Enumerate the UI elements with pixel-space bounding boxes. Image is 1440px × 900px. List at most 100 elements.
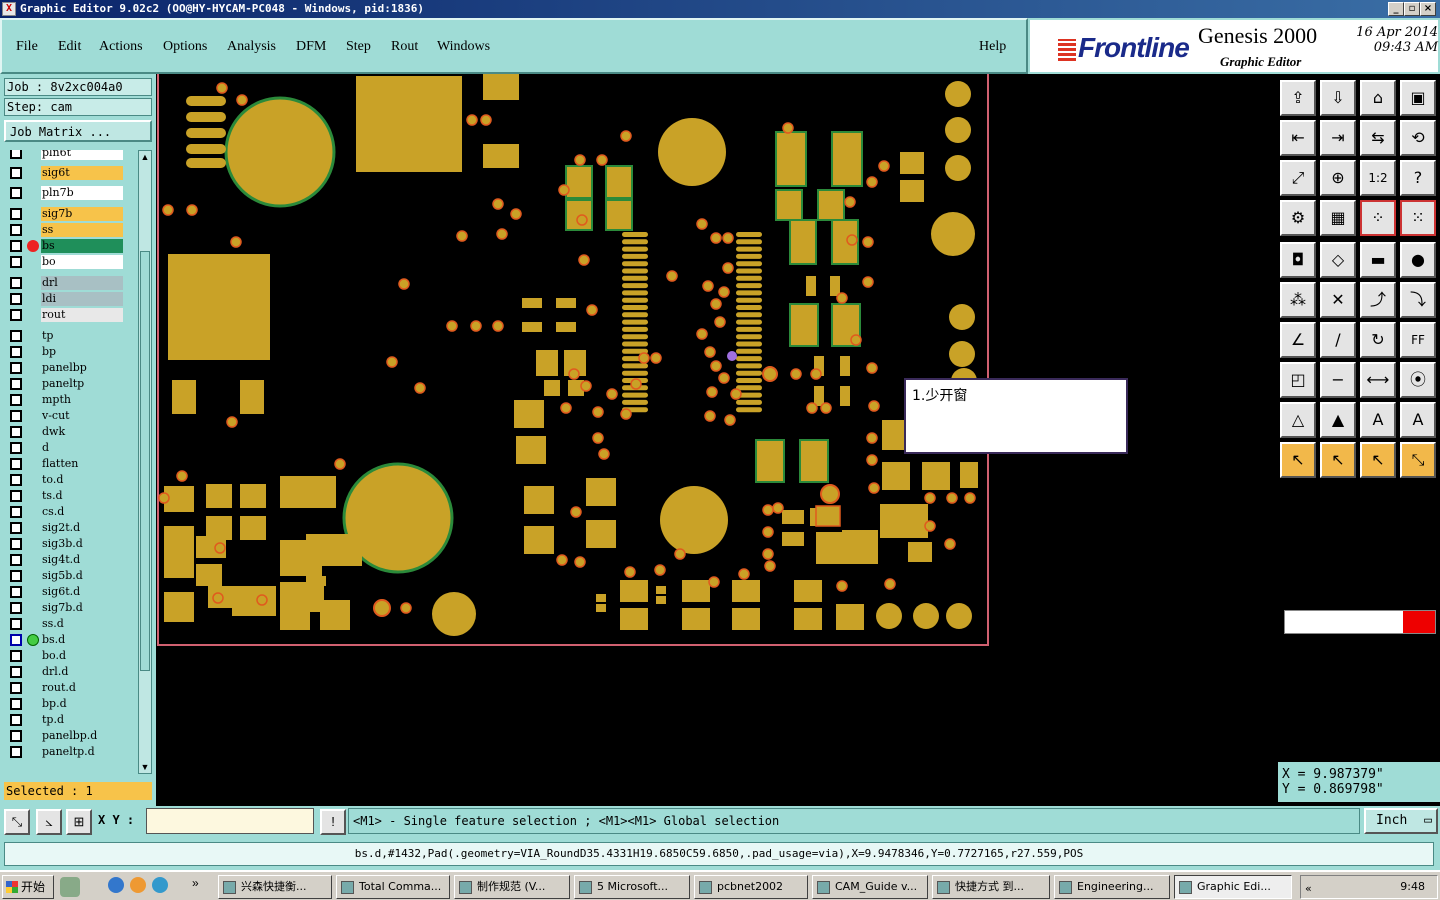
font-a-icon[interactable]: A bbox=[1360, 402, 1396, 438]
pcb-feature-119[interactable] bbox=[782, 510, 804, 524]
pcb-feature-88[interactable] bbox=[900, 152, 924, 174]
pcb-feature-253[interactable] bbox=[576, 214, 588, 226]
pcb-feature-89[interactable] bbox=[900, 180, 924, 202]
pcb-feature-199[interactable] bbox=[470, 320, 482, 332]
pcb-feature-37[interactable] bbox=[736, 275, 762, 281]
layer-row-bs[interactable]: bs bbox=[5, 239, 127, 253]
pcb-feature-125[interactable] bbox=[240, 484, 266, 508]
pcb-feature-222[interactable] bbox=[762, 548, 774, 560]
start-button[interactable]: 开始 bbox=[2, 875, 54, 899]
pcb-feature-149[interactable] bbox=[794, 608, 822, 630]
menu-file[interactable]: File bbox=[16, 39, 38, 55]
pcb-feature-176[interactable] bbox=[702, 280, 714, 292]
pcb-feature-165[interactable] bbox=[510, 208, 522, 220]
pcb-feature-194[interactable] bbox=[650, 352, 662, 364]
app-icon[interactable]: X bbox=[2, 2, 16, 16]
pcb-feature-237[interactable] bbox=[738, 568, 750, 580]
menu-step[interactable]: Step bbox=[346, 39, 371, 55]
pcb-feature-77[interactable] bbox=[817, 189, 845, 221]
taskbar-item-2[interactable]: 制作规范 (V... bbox=[454, 875, 570, 899]
pcb-feature-144[interactable] bbox=[682, 580, 710, 602]
layer-checkbox[interactable] bbox=[10, 746, 22, 758]
pcb-feature-250[interactable] bbox=[820, 402, 832, 414]
font-a-cross-icon[interactable]: A bbox=[1400, 402, 1436, 438]
layer-checkbox[interactable] bbox=[10, 474, 22, 486]
pcb-feature-200[interactable] bbox=[492, 320, 504, 332]
pcb-feature-127[interactable] bbox=[240, 516, 266, 540]
pcb-feature-26[interactable] bbox=[622, 239, 648, 245]
layer-checkbox[interactable] bbox=[10, 426, 22, 438]
layer-row-panelbp-d[interactable]: panelbp.d bbox=[5, 729, 127, 743]
pcb-feature-223[interactable] bbox=[764, 560, 776, 572]
pcb-feature-205[interactable] bbox=[334, 458, 346, 470]
pcb-feature-177[interactable] bbox=[710, 298, 722, 310]
pcb-feature-75[interactable] bbox=[831, 131, 863, 187]
pcb-feature-46[interactable] bbox=[622, 312, 648, 318]
pcb-feature-193[interactable] bbox=[620, 408, 632, 420]
quicklaunch-icon[interactable] bbox=[60, 877, 80, 897]
pcb-feature-182[interactable] bbox=[718, 372, 730, 384]
pcb-feature-105[interactable] bbox=[516, 436, 546, 464]
layer-row-bo-d[interactable]: bo.d bbox=[5, 649, 127, 663]
browser-icon[interactable] bbox=[130, 877, 146, 893]
menu-actions[interactable]: Actions bbox=[99, 39, 143, 55]
taskbar-item-7[interactable]: Engineering... bbox=[1054, 875, 1170, 899]
taskbar-item-1[interactable]: Total Comma... bbox=[336, 875, 450, 899]
job-matrix-button[interactable]: Job Matrix ... bbox=[4, 120, 152, 142]
layer-row-mpth[interactable]: mpth bbox=[5, 393, 127, 407]
layer-row-tp-d[interactable]: tp.d bbox=[5, 713, 127, 727]
snap-on-icon[interactable]: ⁘ bbox=[1360, 200, 1396, 236]
pcb-feature-16[interactable] bbox=[945, 155, 971, 181]
pcb-feature-116[interactable] bbox=[880, 504, 928, 538]
save-icon[interactable]: ⇩ bbox=[1320, 80, 1356, 116]
pcb-feature-162[interactable] bbox=[162, 204, 174, 216]
pcb-feature-15[interactable] bbox=[945, 117, 971, 143]
pcb-feature-143[interactable] bbox=[620, 608, 648, 630]
pcb-feature-242[interactable] bbox=[862, 236, 874, 248]
snap-icon[interactable]: ⤡ bbox=[4, 809, 30, 835]
layer-checkbox[interactable] bbox=[10, 277, 22, 289]
ff-icon[interactable]: FF bbox=[1400, 322, 1436, 358]
pcb-feature-248[interactable] bbox=[866, 176, 878, 188]
delete-point-icon[interactable]: ✕ bbox=[1320, 282, 1356, 318]
pcb-feature-172[interactable] bbox=[710, 232, 722, 244]
pcb-feature-147[interactable] bbox=[732, 608, 760, 630]
layer-row-sig2t-d[interactable]: sig2t.d bbox=[5, 521, 127, 535]
pcb-feature-55[interactable] bbox=[736, 341, 762, 347]
pcb-feature-138[interactable] bbox=[280, 600, 310, 630]
layer-checkbox[interactable] bbox=[10, 442, 22, 454]
layer-checkbox[interactable] bbox=[10, 240, 22, 252]
pcb-feature-188[interactable] bbox=[592, 406, 604, 418]
select-arrow-icon[interactable]: ↖ bbox=[1280, 442, 1316, 478]
pcb-feature-187[interactable] bbox=[606, 388, 618, 400]
pcb-feature-228[interactable] bbox=[924, 492, 936, 504]
square-pad-icon[interactable]: ◰ bbox=[1280, 362, 1316, 398]
pcb-feature-6[interactable] bbox=[168, 254, 270, 360]
pcb-feature-23[interactable] bbox=[876, 603, 902, 629]
pcb-feature-49[interactable] bbox=[736, 319, 762, 325]
pcb-feature-48[interactable] bbox=[622, 319, 648, 325]
pcb-feature-76[interactable] bbox=[775, 189, 803, 221]
pcb-feature-9[interactable] bbox=[186, 96, 226, 106]
pcb-feature-17[interactable] bbox=[931, 212, 975, 256]
window-icon[interactable]: ▣ bbox=[1400, 80, 1436, 116]
pcb-feature-130[interactable] bbox=[280, 540, 322, 576]
pcb-feature-71[interactable] bbox=[736, 399, 762, 405]
triangle-alt-icon[interactable]: ▲ bbox=[1320, 402, 1356, 438]
pcb-feature-220[interactable] bbox=[762, 504, 774, 516]
pcb-feature-96[interactable] bbox=[522, 298, 542, 308]
pcb-feature-10[interactable] bbox=[186, 112, 226, 122]
pcb-feature-236[interactable] bbox=[868, 482, 880, 494]
redraw-icon[interactable]: ⟲ bbox=[1400, 120, 1436, 156]
pan-left-icon[interactable]: ⇤ bbox=[1280, 120, 1316, 156]
pcb-feature-190[interactable] bbox=[568, 368, 580, 380]
pcb-feature-169[interactable] bbox=[578, 254, 590, 266]
pcb-feature-168[interactable] bbox=[230, 236, 242, 248]
pcb-feature-140[interactable] bbox=[306, 576, 316, 586]
pcb-feature-229[interactable] bbox=[924, 520, 936, 532]
pcb-feature-170[interactable] bbox=[586, 304, 598, 316]
pcb-feature-22[interactable] bbox=[913, 603, 939, 629]
pcb-feature-208[interactable] bbox=[214, 542, 226, 554]
pcb-feature-109[interactable] bbox=[586, 520, 616, 548]
pcb-feature-112[interactable] bbox=[882, 420, 906, 450]
